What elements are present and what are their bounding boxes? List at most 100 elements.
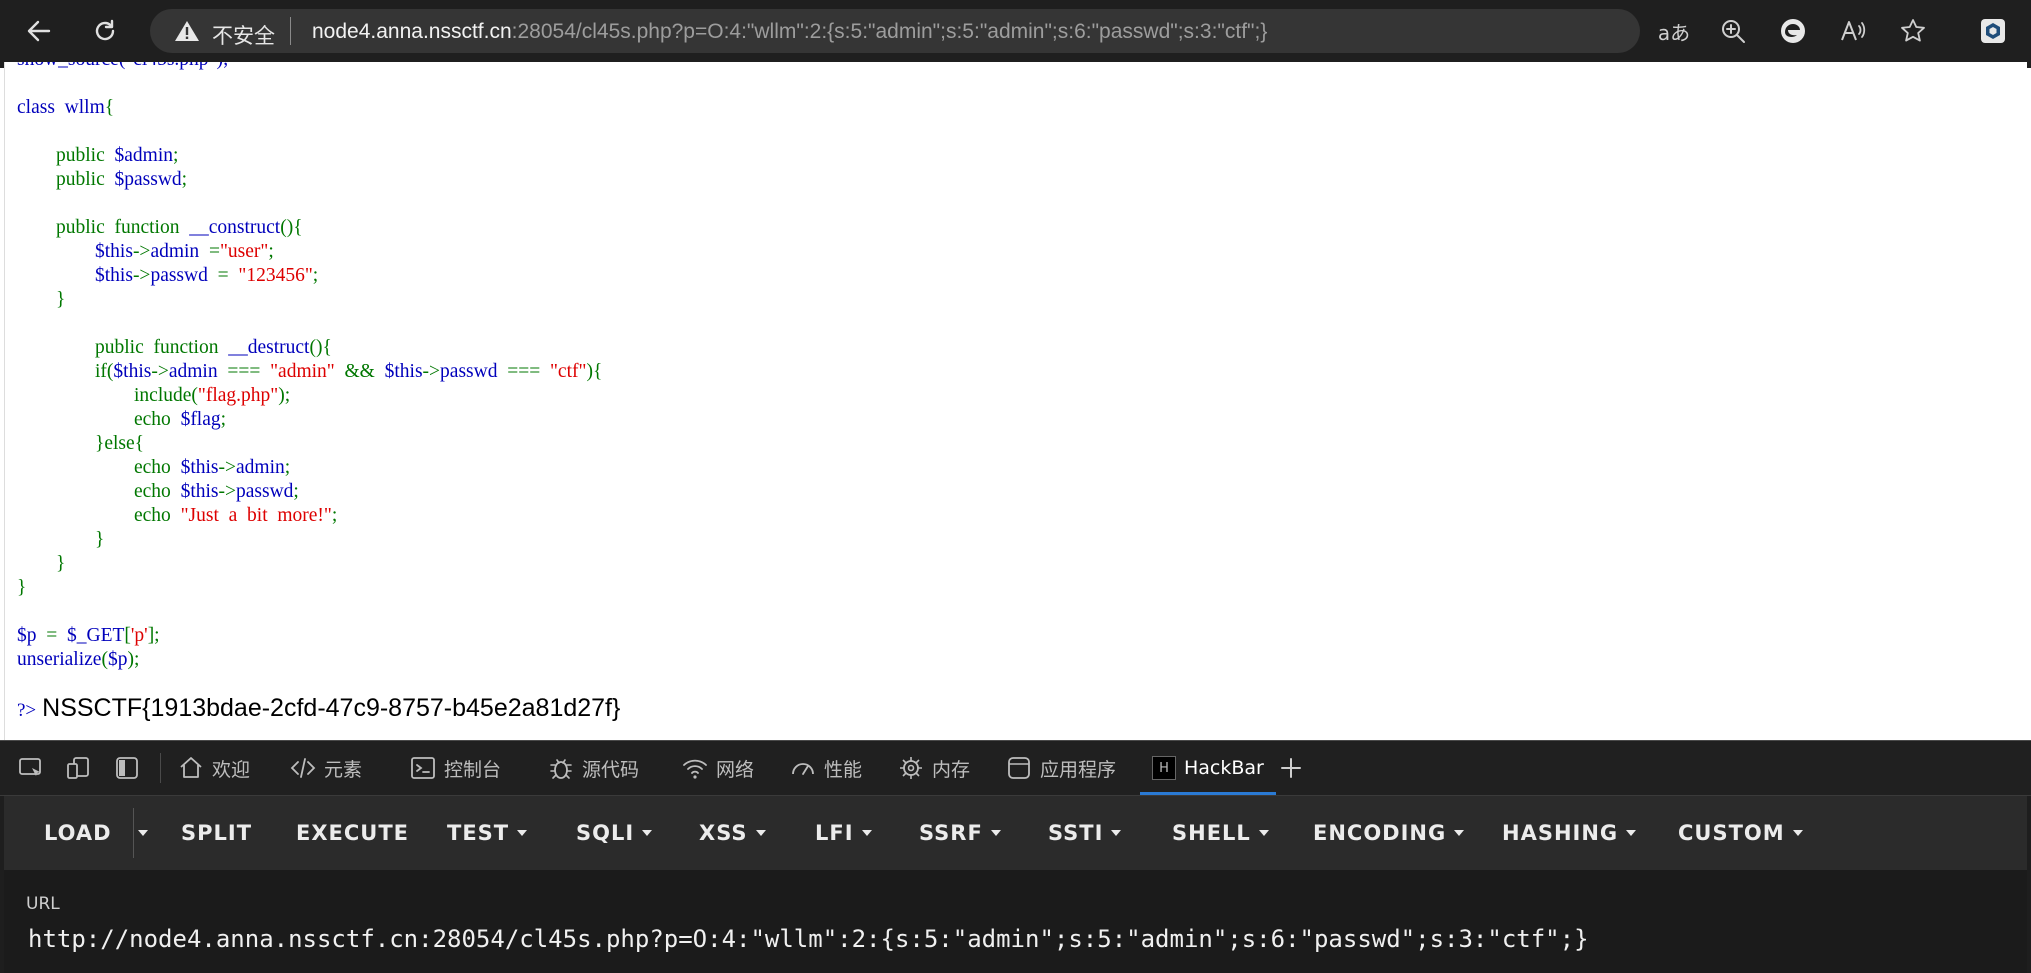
code-line: }	[17, 576, 602, 600]
code-line: public $admin;	[17, 144, 602, 168]
favorite-button[interactable]	[1896, 14, 1930, 48]
extension-button[interactable]	[1976, 14, 2010, 48]
code-token: admin	[168, 361, 228, 382]
xss-menu[interactable]: XSS	[699, 796, 766, 870]
tab-console[interactable]: 控制台	[410, 741, 501, 795]
page-content: show_source("cl45s.php"); class wllm{ pu…	[4, 62, 2027, 740]
code-token: ;	[284, 457, 291, 478]
code-token: =	[208, 241, 220, 262]
tab-sources[interactable]: 源代码	[548, 741, 639, 795]
caret-down-icon	[1454, 830, 1465, 836]
code-token: 'p'	[130, 625, 148, 646]
load-button[interactable]: LOAD	[44, 796, 112, 870]
sqli-menu[interactable]: SQLI	[576, 796, 653, 870]
tab-memory[interactable]: 内存	[898, 741, 970, 795]
code-token: class wllm	[17, 97, 105, 118]
device-icon	[67, 757, 89, 779]
favorite-star-icon	[1901, 19, 1925, 42]
back-button[interactable]	[20, 12, 58, 50]
execute-button[interactable]: EXECUTE	[296, 796, 409, 870]
code-line: public function __construct(){	[17, 216, 602, 240]
home-icon	[180, 757, 202, 778]
code-token: $this	[384, 361, 423, 382]
tab-welcome-label: 欢迎	[212, 758, 251, 781]
code-line: class wllm{	[17, 96, 602, 120]
code-token: (){	[280, 217, 303, 238]
php-close-tag: ?>	[17, 700, 37, 721]
ssti-menu[interactable]: SSTI	[1048, 796, 1122, 870]
code-token: ;	[312, 265, 319, 286]
code-token: ->	[218, 481, 237, 502]
tab-performance[interactable]: 性能	[790, 741, 862, 795]
address-bar[interactable]: 不安全 node4.anna.nssctf.cn:28054/cl45s.php…	[150, 9, 1640, 53]
code-token: __destruct	[228, 337, 310, 358]
extension-icon	[1981, 19, 2005, 43]
read-aloud-icon: aあ	[1657, 20, 1691, 45]
test-menu[interactable]: TEST	[447, 796, 528, 870]
split-button[interactable]: SPLIT	[181, 796, 252, 870]
address-url[interactable]: node4.anna.nssctf.cn:28054/cl45s.php?p=O…	[312, 20, 1267, 44]
code-token: &&	[344, 361, 385, 382]
tab-elements[interactable]: 元素	[290, 741, 362, 795]
devtools-divider	[160, 753, 161, 783]
code-token: include(	[17, 385, 198, 406]
code-token: ;	[181, 169, 188, 190]
encoding-menu-label: ENCODING	[1313, 821, 1447, 845]
gauge-icon	[792, 763, 814, 775]
ssrf-menu[interactable]: SSRF	[919, 796, 1001, 870]
caret-down-icon	[990, 830, 1001, 836]
hackbar-url-panel: URL http://node4.anna.nssctf.cn:28054/cl…	[4, 870, 2027, 973]
code-line: echo $this->admin;	[17, 456, 602, 480]
hackbar-divider	[133, 808, 134, 858]
tab-console-label: 控制台	[444, 758, 502, 781]
security-label[interactable]: 不安全	[212, 20, 275, 50]
code-token: ->	[218, 457, 237, 478]
text-size-button[interactable]	[1836, 14, 1870, 48]
tab-hackbar[interactable]: H HackBar	[1140, 741, 1276, 795]
chip-icon	[900, 757, 922, 779]
tab-network-label: 网络	[716, 758, 755, 781]
lfi-menu[interactable]: LFI	[815, 796, 872, 870]
hashing-menu[interactable]: HASHING	[1502, 796, 1637, 870]
split-button-label: SPLIT	[181, 821, 253, 845]
execute-button-label: EXECUTE	[296, 821, 410, 845]
edge-icon	[1781, 19, 1805, 43]
code-token: ;	[220, 409, 227, 430]
code-token: public function	[17, 337, 229, 358]
inspect-button[interactable]	[16, 753, 46, 783]
code-line: }else{	[17, 432, 602, 456]
code-line: }	[17, 552, 602, 576]
tab-network[interactable]: 网络	[682, 741, 754, 795]
tab-sources-label: 源代码	[582, 758, 640, 781]
wifi-icon	[683, 759, 707, 779]
code-token: $flag	[180, 409, 221, 430]
encoding-menu[interactable]: ENCODING	[1313, 796, 1465, 870]
caret-down-icon	[1792, 830, 1803, 836]
shell-menu[interactable]: SHELL	[1172, 796, 1269, 870]
code-token: echo	[17, 505, 181, 526]
device-emulation-button[interactable]	[64, 753, 94, 783]
edge-button[interactable]	[1776, 14, 1810, 48]
zoom-button[interactable]	[1716, 14, 1750, 48]
code-token: public	[17, 169, 115, 190]
dock-side-button[interactable]	[112, 753, 142, 783]
console-icon	[411, 757, 435, 779]
url-textarea[interactable]: http://node4.anna.nssctf.cn:28054/cl45s.…	[28, 925, 1589, 953]
code-token: unserialize	[17, 649, 102, 670]
tab-welcome[interactable]: 欢迎	[178, 741, 250, 795]
flag-output: ?> NSSCTF{1913bdae-2cfd-47c9-8757-b45e2a8…	[17, 694, 620, 723]
code-token: =	[217, 265, 239, 286]
load-dropdown-button[interactable]	[138, 796, 148, 870]
refresh-button[interactable]	[86, 12, 124, 50]
code-token: }else{	[17, 433, 145, 454]
read-aloud-button[interactable]: aあ	[1657, 14, 1691, 48]
tab-application[interactable]: 应用程序	[1006, 741, 1116, 795]
caret-down-icon	[755, 830, 766, 836]
ssti-menu-label: SSTI	[1048, 821, 1104, 845]
code-line: $this->admin ="user";	[17, 240, 602, 264]
custom-menu[interactable]: CUSTOM	[1678, 796, 1803, 870]
add-tab-button[interactable]	[1276, 753, 1306, 783]
code-token: $passwd	[114, 169, 182, 190]
